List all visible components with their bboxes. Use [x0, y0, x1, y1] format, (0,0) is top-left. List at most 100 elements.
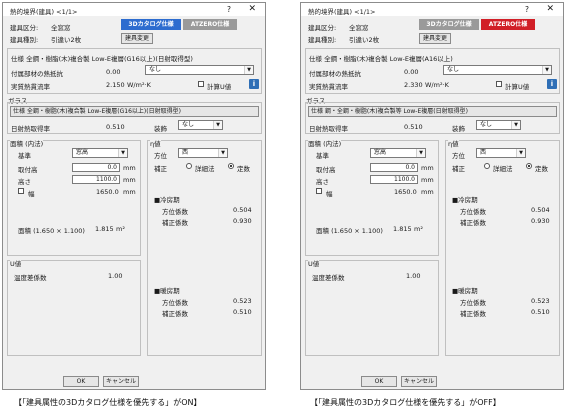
direction-select[interactable]: 西 ▼	[476, 148, 526, 158]
help-button[interactable]: ?	[525, 5, 529, 14]
width-label: 幅	[326, 190, 333, 198]
solar-gain-label: 日射熱取得率	[11, 125, 50, 133]
frame-select[interactable]: なし ▼	[145, 65, 254, 75]
chevron-down-icon: ▼	[542, 66, 551, 74]
area-panel: 面積 (内法) 基準 窓高 ▼ 取付高 0.0 mm 高さ 1100.0 mm 幅…	[305, 138, 439, 256]
height-input[interactable]: 1100.0	[370, 175, 418, 184]
heating-dir-value: 0.523	[233, 297, 252, 305]
ok-button[interactable]: OK	[63, 376, 99, 387]
install-height-label: 取付高	[18, 166, 38, 174]
heating-corr-label: 補正係数	[460, 310, 486, 318]
install-height-input[interactable]: 0.0	[370, 163, 418, 172]
kind-label: 建具種別:	[10, 36, 39, 44]
eta-panel: η値 方位 西 ▼ 補正 詳細法 定数 ■冷房期 方位係数 0.504 補正係数 …	[147, 138, 262, 356]
decoration-label: 装飾	[154, 125, 167, 133]
heating-corr-value: 0.510	[233, 308, 252, 316]
chevron-down-icon: ▼	[213, 121, 222, 129]
heating-corr-value: 0.510	[531, 308, 550, 316]
basis-select[interactable]: 窓高 ▼	[72, 148, 128, 158]
decoration-select[interactable]: なし ▼	[178, 120, 223, 130]
info-icon[interactable]: i	[249, 79, 259, 89]
frame-resistance-label: 付属部材の熱抵抗	[309, 70, 361, 78]
eta-group-title: η値	[448, 138, 459, 148]
cooling-dir-label: 方位係数	[460, 208, 486, 216]
cooling-dir-value: 0.504	[233, 206, 252, 214]
calc-u-label: 計算U値	[505, 83, 530, 91]
catalog-spec-badge: 3Dカタログ仕様	[419, 19, 479, 30]
frame-resistance-label: 付属部材の熱抵抗	[11, 70, 63, 78]
frame-select-value: なし	[149, 66, 162, 73]
chevron-down-icon: ▼	[511, 121, 520, 129]
temp-diff-value: 1.00	[108, 272, 123, 280]
ua-unit: W/m²·K	[127, 81, 151, 89]
heating-title: ■暖房期	[154, 287, 180, 295]
basis-select-value: 窓高	[76, 149, 89, 156]
glass-panel: 仕様 全鋼・樹脂(木)複合製 Low-E複層(G16以上)(日射取得型) 日射熱…	[7, 102, 262, 134]
constant-radio[interactable]	[228, 163, 234, 169]
height-label: 高さ	[316, 178, 329, 186]
width-checkbox[interactable]	[316, 188, 322, 194]
chevron-down-icon: ▼	[244, 66, 253, 74]
install-height-input[interactable]: 0.0	[72, 163, 120, 172]
calc-u-checkbox[interactable]	[198, 81, 204, 87]
heating-dir-label: 方位係数	[460, 299, 486, 307]
type-value: 全窓窓	[51, 24, 71, 32]
dialog-title: 熱的境界(建具) <1/1>	[10, 8, 78, 16]
calc-u-checkbox[interactable]	[496, 81, 502, 87]
detailed-method-label: 詳細法	[195, 165, 215, 173]
frame-select[interactable]: なし ▼	[443, 65, 552, 75]
eta-panel: η値 方位 西 ▼ 補正 詳細法 定数 ■冷房期 方位係数 0.504 補正係数 …	[445, 138, 560, 356]
ua-label: 実質熱貫流率	[11, 83, 50, 91]
area-panel: 面積 (内法) 基準 窓高 ▼ 取付高 0.0 mm 高さ 1100.0 mm 幅…	[7, 138, 141, 256]
solar-gain-value: 0.510	[106, 123, 125, 131]
glass-spec-button[interactable]: 仕様 全鋼・樹脂(木)複合製 Low-E複層(G16以上)(日射取得型)	[10, 106, 259, 117]
cooling-dir-value: 0.504	[531, 206, 550, 214]
ua-value: 2.150	[106, 81, 125, 89]
atzero-spec-badge: ATZERO仕様	[183, 19, 237, 30]
temp-diff-value: 1.00	[406, 272, 421, 280]
heating-dir-label: 方位係数	[162, 299, 188, 307]
info-icon[interactable]: i	[547, 79, 557, 89]
area-group-title: 面積 (内法)	[308, 138, 342, 148]
help-button[interactable]: ?	[227, 5, 231, 14]
close-button[interactable]: ✕	[546, 4, 554, 14]
glass-panel: 仕様 鋼・全鋼・樹脂(木)複合製等 Low-E複層(日射取得型) 日射熱取得率 …	[305, 102, 560, 134]
detailed-method-radio[interactable]	[484, 163, 490, 169]
detailed-method-label: 詳細法	[493, 165, 513, 173]
correction-label: 補正	[154, 165, 167, 173]
width-value: 1650.0	[96, 188, 119, 196]
cancel-button[interactable]: キャンセル	[401, 376, 437, 387]
type-label: 建具区分:	[308, 24, 337, 32]
basis-select[interactable]: 窓高 ▼	[370, 148, 426, 158]
spec-panel: 仕様 全鋼・樹脂(木)複合製 Low-E複層(A16以上) 付属部材の熱抵抗 0…	[305, 48, 560, 94]
glass-spec-button[interactable]: 仕様 鋼・全鋼・樹脂(木)複合製等 Low-E複層(日射取得型)	[308, 106, 557, 117]
height-label: 高さ	[18, 178, 31, 186]
u-value-panel: U値 温度差係数 1.00	[305, 258, 439, 356]
direction-select-value: 西	[182, 149, 189, 156]
spec-line: 仕様 全鋼・樹脂(木)複合製 Low-E複層(A16以上)	[309, 55, 453, 63]
height-input[interactable]: 1100.0	[72, 175, 120, 184]
constant-radio[interactable]	[526, 163, 532, 169]
area-line: 面積 (1.650 × 1.100)	[316, 227, 383, 235]
heating-title: ■暖房期	[452, 287, 478, 295]
change-fitting-button[interactable]: 建具変更	[419, 33, 451, 44]
width-checkbox[interactable]	[18, 188, 24, 194]
constant-label: 定数	[535, 165, 548, 173]
change-fitting-button[interactable]: 建具変更	[121, 33, 153, 44]
mm-unit: mm	[123, 188, 136, 196]
decoration-select[interactable]: なし ▼	[476, 120, 521, 130]
temp-diff-label: 温度差係数	[312, 274, 345, 282]
chevron-down-icon: ▼	[416, 149, 425, 157]
type-label: 建具区分:	[10, 24, 39, 32]
kind-value: 引違い2枚	[51, 36, 82, 44]
ok-button[interactable]: OK	[361, 376, 397, 387]
cancel-button[interactable]: キャンセル	[103, 376, 139, 387]
cooling-corr-label: 補正係数	[162, 219, 188, 227]
detailed-method-radio[interactable]	[186, 163, 192, 169]
dialog-caption: 【「建具属性の3Dカタログ仕様を優先する」がOFF】	[310, 398, 501, 407]
spec-line: 仕様 全鋼・樹脂(木)複合製 Low-E複層(G16以上)(日射取得型)	[11, 55, 193, 63]
u-value-panel: U値 温度差係数 1.00	[7, 258, 141, 356]
close-button[interactable]: ✕	[248, 4, 256, 14]
direction-select[interactable]: 西 ▼	[178, 148, 228, 158]
area-value: 1.815	[95, 225, 114, 233]
